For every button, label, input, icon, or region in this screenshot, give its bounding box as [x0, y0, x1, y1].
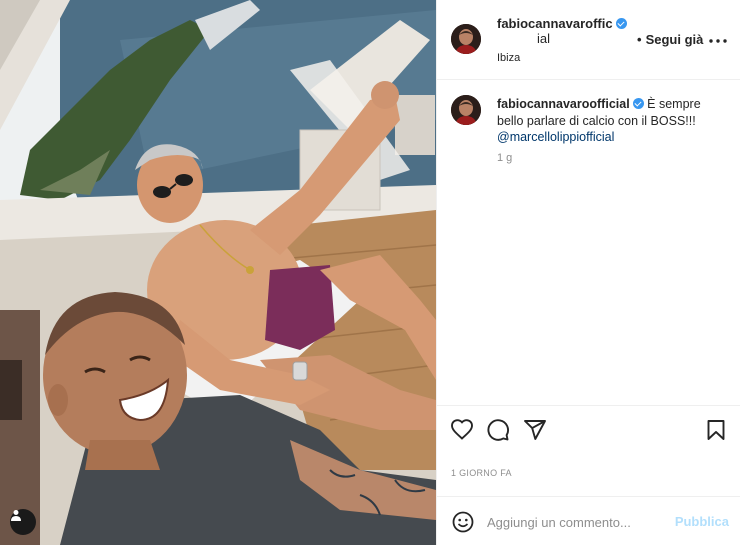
caption-timestamp[interactable]: 1 g: [497, 152, 512, 164]
heart-icon[interactable]: [450, 418, 474, 442]
send-icon[interactable]: [523, 418, 547, 442]
follow-status-button[interactable]: • Segui già: [637, 32, 703, 47]
post-date[interactable]: 1 GIORNO FA: [451, 468, 512, 478]
follow-status-label: Segui già: [645, 32, 704, 47]
action-bar: [437, 405, 740, 453]
comment-input[interactable]: [487, 511, 667, 533]
user-tag-icon: [11, 510, 21, 521]
follow-separator: •: [637, 32, 642, 47]
instagram-post: fabiocannavaroffic ial •Segui già Ibiza: [0, 0, 740, 545]
mention-link[interactable]: @marcellolippiofficial: [497, 130, 614, 144]
post-header: fabiocannavaroffic ial • Segui già Ibiza: [437, 0, 740, 80]
username-part-1: fabiocannavaroffic: [497, 16, 613, 31]
verified-badge-icon: [615, 18, 627, 29]
verified-badge-icon: [632, 98, 644, 109]
comment-box: Pubblica: [437, 496, 740, 545]
post-photo[interactable]: [0, 0, 436, 545]
post-sidebar: fabiocannavaroffic ial •Segui già Ibiza: [436, 0, 740, 545]
caption-text: fabiocannavaroofficial È sempre bello pa…: [497, 96, 727, 146]
publish-button[interactable]: Pubblica: [675, 514, 729, 529]
caption-avatar[interactable]: [451, 95, 481, 125]
photo-illustration: [0, 0, 436, 545]
emoji-icon[interactable]: [451, 510, 475, 534]
avatar-image: [451, 95, 481, 125]
user-tag-button[interactable]: [10, 509, 36, 535]
username-link[interactable]: fabiocannavaroffic ial: [497, 16, 647, 46]
caption-username[interactable]: fabiocannavaroofficial: [497, 97, 630, 111]
caption-section: fabiocannavaroofficial È sempre bello pa…: [437, 81, 740, 404]
username-part-2: ial: [537, 31, 551, 46]
avatar[interactable]: [451, 24, 481, 54]
more-options-button[interactable]: [709, 30, 727, 48]
more-horizontal-icon: [709, 39, 727, 43]
bookmark-icon[interactable]: [704, 418, 728, 442]
comment-icon[interactable]: [486, 418, 510, 442]
avatar-image: [451, 24, 481, 54]
location-link[interactable]: Ibiza: [497, 52, 520, 64]
